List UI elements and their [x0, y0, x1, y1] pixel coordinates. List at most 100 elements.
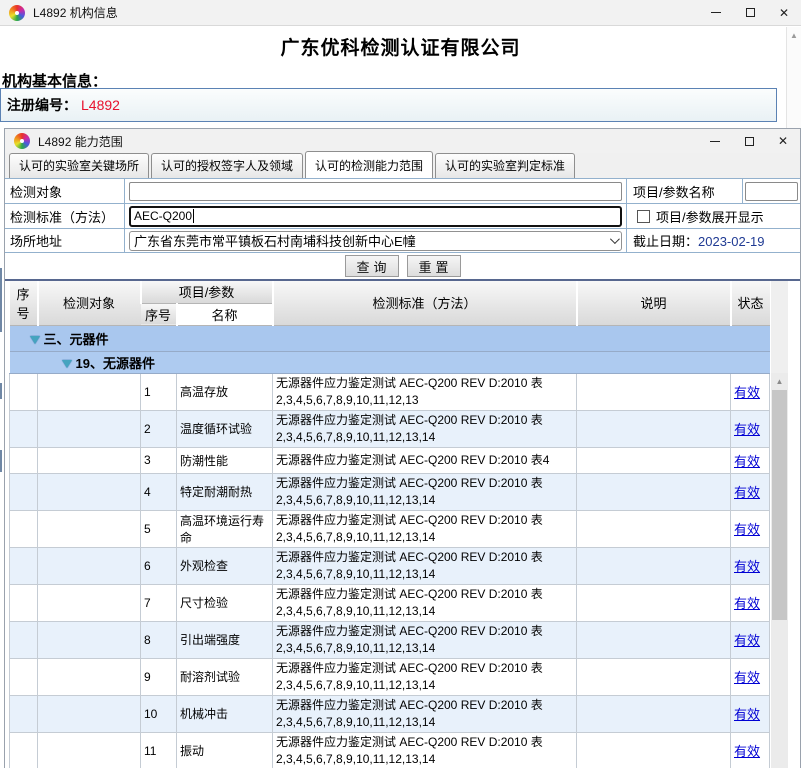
action-button-row: 查询 重置: [5, 253, 800, 279]
window1-title: L4892 机构信息: [33, 4, 118, 21]
status-link[interactable]: 有效: [734, 707, 760, 722]
cell-status: 有效: [731, 510, 770, 547]
minimize-button[interactable]: [699, 0, 733, 25]
app-icon: [9, 5, 25, 21]
status-link[interactable]: 有效: [734, 454, 760, 469]
header-note: 说明: [577, 281, 731, 325]
query-button[interactable]: 查询: [345, 255, 399, 277]
cell-status: 有效: [731, 410, 770, 447]
cell-std: 无源器件应力鉴定测试 AEC-Q200 REV D:2010 表4: [273, 447, 577, 473]
app-icon: [14, 133, 30, 149]
reset-button[interactable]: 重置: [407, 255, 461, 277]
header-status: 状态: [731, 281, 770, 325]
minimize-icon: [711, 12, 721, 13]
cell-seq: [10, 447, 38, 473]
collapse-triangle-icon[interactable]: [30, 336, 40, 344]
form-row-standard: 检测标准（方法） AEC-Q200 项目/参数展开显示: [5, 204, 800, 229]
cell-status: 有效: [731, 547, 770, 584]
maximize-button[interactable]: [733, 0, 767, 25]
object-input[interactable]: [129, 182, 622, 201]
window1-titlebar: L4892 机构信息 ✕: [0, 0, 801, 26]
tab-key-locations[interactable]: 认可的实验室关键场所: [9, 153, 149, 178]
background-content-sliver: [0, 268, 2, 332]
status-link[interactable]: 有效: [734, 670, 760, 685]
cell-obj: [38, 373, 141, 410]
expand-checkbox[interactable]: [637, 210, 650, 223]
status-link[interactable]: 有效: [734, 422, 760, 437]
cell-status: 有效: [731, 732, 770, 768]
close-button[interactable]: ✕: [767, 0, 801, 25]
cell-obj: [38, 732, 141, 768]
cell-seq: [10, 373, 38, 410]
cell-seq: [10, 473, 38, 510]
cell-obj: [38, 473, 141, 510]
cell-status: 有效: [731, 447, 770, 473]
cell-seq: [10, 621, 38, 658]
status-link[interactable]: 有效: [734, 385, 760, 400]
status-link[interactable]: 有效: [734, 559, 760, 574]
cell-no: 11: [141, 732, 177, 768]
header-param-name: 名称: [177, 303, 273, 325]
cell-no: 7: [141, 584, 177, 621]
cell-seq: [10, 547, 38, 584]
cell-no: 1: [141, 373, 177, 410]
cell-note: [577, 584, 731, 621]
status-link[interactable]: 有效: [734, 522, 760, 537]
cell-std: 无源器件应力鉴定测试 AEC-Q200 REV D:2010 表 2,3,4,5…: [273, 621, 577, 658]
minimize-icon: [710, 141, 720, 142]
tab-lab-criteria[interactable]: 认可的实验室判定标准: [435, 153, 575, 178]
status-link[interactable]: 有效: [734, 485, 760, 500]
status-link[interactable]: 有效: [734, 744, 760, 759]
group-row[interactable]: 三、元器件: [10, 325, 770, 351]
object-label: 检测对象: [5, 179, 125, 203]
cell-note: [577, 621, 731, 658]
cell-name: 引出端强度: [177, 621, 273, 658]
expand-checkbox-label: 项目/参数展开显示: [656, 207, 764, 226]
search-form: 检测对象 项目/参数名称 检测标准（方法） AEC-Q200: [5, 178, 800, 253]
collapse-triangle-icon[interactable]: [62, 360, 72, 368]
table-row: 7尺寸检验无源器件应力鉴定测试 AEC-Q200 REV D:2010 表 2,…: [10, 584, 770, 621]
table-row: 9耐溶剂试验无源器件应力鉴定测试 AEC-Q200 REV D:2010 表 2…: [10, 658, 770, 695]
minimize-button[interactable]: [698, 129, 732, 153]
table-scrollbar[interactable]: ▲: [771, 373, 788, 768]
window1-scrollbar[interactable]: ▲: [786, 27, 801, 128]
cell-name: 外观检查: [177, 547, 273, 584]
cell-status: 有效: [731, 373, 770, 410]
scroll-up-icon: ▲: [771, 373, 788, 386]
cell-seq: [10, 695, 38, 732]
cell-name: 耐溶剂试验: [177, 658, 273, 695]
group-row[interactable]: 19、无源器件: [10, 351, 770, 373]
standard-input[interactable]: AEC-Q200: [129, 206, 622, 227]
registration-number-field: 注册编号： L4892: [0, 88, 777, 122]
deadline-text: 截止日期：2023-02-19: [627, 231, 765, 250]
maximize-icon: [745, 137, 754, 146]
param-name-input[interactable]: [745, 182, 798, 201]
cell-std: 无源器件应力鉴定测试 AEC-Q200 REV D:2010 表 2,3,4,5…: [273, 547, 577, 584]
table-row: 2温度循环试验无源器件应力鉴定测试 AEC-Q200 REV D:2010 表 …: [10, 410, 770, 447]
cell-obj: [38, 510, 141, 547]
cell-no: 9: [141, 658, 177, 695]
capability-table-area: 序号 检测对象 项目/参数 检测标准（方法） 说明 状态 序号 名称 三、元器件…: [5, 279, 800, 768]
status-link[interactable]: 有效: [734, 596, 760, 611]
maximize-icon: [746, 8, 755, 17]
header-param-group: 项目/参数: [141, 281, 273, 303]
cell-no: 5: [141, 510, 177, 547]
address-select[interactable]: 广东省东莞市常平镇板石村南埔科技创新中心E幢: [129, 231, 622, 251]
tab-authorized-signatories[interactable]: 认可的授权签字人及领域: [151, 153, 303, 178]
company-title: 广东优科检测认证有限公司: [0, 33, 801, 60]
status-link[interactable]: 有效: [734, 633, 760, 648]
cell-name: 防潮性能: [177, 447, 273, 473]
cell-obj: [38, 584, 141, 621]
header-seq: 序号: [10, 281, 38, 325]
form-row-address: 场所地址 广东省东莞市常平镇板石村南埔科技创新中心E幢 截止日期：2023-02…: [5, 229, 800, 253]
scrollbar-thumb[interactable]: [772, 390, 787, 620]
cell-std: 无源器件应力鉴定测试 AEC-Q200 REV D:2010 表 2,3,4,5…: [273, 510, 577, 547]
table-row: 11振动无源器件应力鉴定测试 AEC-Q200 REV D:2010 表 2,3…: [10, 732, 770, 768]
maximize-button[interactable]: [732, 129, 766, 153]
table-row: 4特定耐潮耐热无源器件应力鉴定测试 AEC-Q200 REV D:2010 表 …: [10, 473, 770, 510]
scroll-up-icon: ▲: [787, 31, 801, 40]
cell-status: 有效: [731, 658, 770, 695]
close-button[interactable]: ✕: [766, 129, 800, 153]
tab-testing-capability[interactable]: 认可的检测能力范围: [305, 151, 433, 178]
text-cursor: [193, 209, 194, 223]
